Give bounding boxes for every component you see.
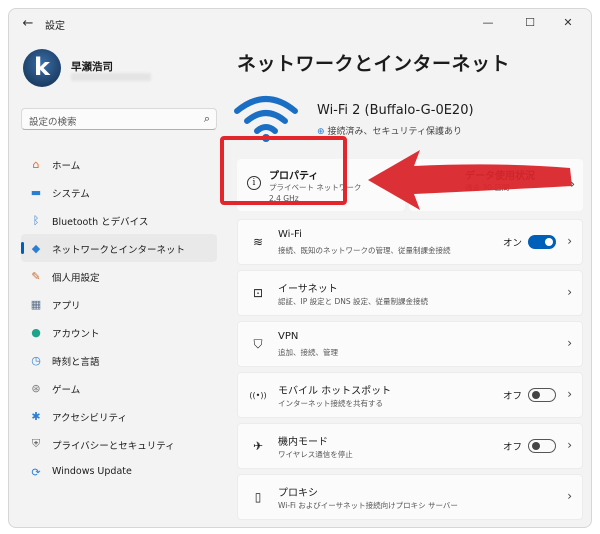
sidebar-item-label: アカウント: [52, 329, 100, 340]
sidebar-item[interactable]: ⊛ ゲーム: [21, 374, 217, 402]
proxy-icon: ▯: [254, 490, 262, 504]
row-title: 機内モード: [278, 437, 328, 448]
ethernet-icon: ⊡: [252, 286, 264, 300]
search-icon[interactable]: ⌕: [204, 112, 210, 126]
airplane-icon: ✈: [252, 439, 264, 453]
sidebar-item[interactable]: ✱ アクセシビリティ: [21, 402, 217, 430]
settings-row[interactable]: ((•)) モバイル ホットスポット インターネット接続を共有する オフ ›: [237, 372, 583, 418]
update-icon: ⟳: [31, 465, 41, 479]
sidebar-item-label: プライバシーとセキュリティ: [52, 441, 175, 452]
back-arrow-icon[interactable]: ←: [17, 15, 39, 33]
chevron-right-icon: ›: [567, 489, 572, 503]
chevron-right-icon: ›: [567, 387, 572, 401]
sidebar-item-label: アプリ: [52, 301, 81, 312]
settings-window: ← 設定 — ☐ ✕ k 早瀬浩司 設定の検索 ⌕ ⌂ ホーム ▬ システム ᛒ Blue…: [8, 8, 592, 528]
system-icon: ▬: [30, 185, 42, 199]
sidebar-item-label: 時刻と言語: [52, 357, 100, 368]
settings-row[interactable]: ✈ 機内モードワイヤレス通信を停止 オフ ›: [237, 423, 583, 469]
toggle-state-label: オン: [502, 238, 522, 249]
sidebar-item[interactable]: ✎ 個人用設定: [21, 262, 217, 290]
highlight-box: [220, 136, 347, 205]
chevron-right-icon: ›: [567, 336, 572, 350]
gamepad-icon: ⊛: [31, 381, 41, 395]
maximize-button[interactable]: ☐: [513, 13, 547, 33]
page-title: ネットワークとインターネット: [237, 53, 511, 75]
search-placeholder: 設定の検索: [29, 117, 77, 128]
row-subtitle: 認証、IP 設定と DNS 設定、従量制課金接続: [278, 297, 429, 306]
selection-indicator: [21, 242, 24, 254]
sidebar-item-label: ネットワークとインターネット: [52, 245, 186, 256]
row-title: イーサネット: [278, 284, 338, 295]
chevron-right-icon: ›: [567, 234, 572, 248]
title-bar: ← 設定 — ☐ ✕: [9, 9, 591, 39]
connection-name: Wi-Fi 2 (Buffalo-G-0E20): [317, 103, 474, 118]
account-icon: ●: [31, 325, 41, 339]
minimize-button[interactable]: —: [471, 13, 505, 33]
row-subtitle: インターネット接続を共有する: [278, 399, 383, 408]
sidebar-item[interactable]: ᛒ Bluetooth とデバイス: [21, 206, 217, 234]
search-input[interactable]: 設定の検索 ⌕: [21, 108, 217, 130]
toggle-switch[interactable]: [528, 439, 556, 453]
sidebar-item-label: Bluetooth とデバイス: [52, 217, 149, 228]
sidebar-nav: ⌂ ホーム ▬ システム ᛒ Bluetooth とデバイス ◆ ネットワークとインターネット…: [21, 150, 217, 486]
wifi-icon: ≋: [252, 235, 264, 249]
accessibility-icon: ✱: [31, 409, 41, 423]
sidebar-item[interactable]: ▦ アプリ: [21, 290, 217, 318]
row-subtitle: ワイヤレス通信を停止: [278, 450, 353, 459]
apps-icon: ▦: [30, 297, 42, 311]
row-title: モバイル ホットスポット: [278, 386, 392, 397]
data-usage-sub: 過去 30 日間: [465, 183, 510, 192]
row-title: プロキシ: [278, 488, 318, 499]
chevron-right-icon: ›: [570, 177, 575, 191]
bluetooth-icon: ᛒ: [32, 213, 40, 227]
data-usage-title: データ使用状況: [465, 171, 535, 182]
sidebar-item[interactable]: ▬ システム: [21, 178, 217, 206]
row-subtitle: 接続、既知のネットワークの管理、従量制課金接続: [278, 246, 451, 255]
toggle-state-label: オフ: [502, 391, 522, 402]
data-usage-card[interactable]: データ使用状況 過去 30 日間 ›: [409, 159, 583, 211]
settings-row[interactable]: ⊡ イーサネット認証、IP 設定と DNS 設定、従量制課金接続 ›: [237, 270, 583, 316]
toggle-switch[interactable]: [528, 235, 556, 249]
sidebar-item[interactable]: ◷ 時刻と言語: [21, 346, 217, 374]
sidebar-item[interactable]: ⛨ プライバシーとセキュリティ: [21, 430, 217, 458]
sidebar-item[interactable]: ● アカウント: [21, 318, 217, 346]
row-title: Wi-Fi: [278, 229, 302, 240]
sidebar-item[interactable]: ◆ ネットワークとインターネット: [21, 234, 217, 262]
chevron-right-icon: ›: [567, 285, 572, 299]
chevron-right-icon: ›: [567, 438, 572, 452]
row-subtitle: Wi-Fi およびイーサネット接続向けプロキシ サーバー: [278, 501, 458, 510]
row-subtitle: 追加、接続、管理: [278, 348, 338, 357]
close-button[interactable]: ✕: [551, 13, 585, 33]
network-icon: ◆: [31, 241, 41, 255]
clock-globe-icon: ◷: [31, 353, 41, 367]
sidebar-item-label: アクセシビリティ: [52, 413, 127, 424]
brush-icon: ✎: [31, 269, 41, 283]
settings-row[interactable]: ▯ プロキシ Wi-Fi およびイーサネット接続向けプロキシ サーバー ›: [237, 474, 583, 520]
avatar-logo-icon: k: [34, 53, 50, 81]
settings-row[interactable]: ≋ Wi-Fi 接続、既知のネットワークの管理、従量制課金接続 オン ›: [237, 219, 583, 265]
vpn-shield-icon: ⛉: [253, 336, 263, 351]
profile-email-blurred: [71, 73, 151, 81]
settings-row[interactable]: ⛉ VPN 追加、接続、管理 ›: [237, 321, 583, 367]
sidebar-item-label: ゲーム: [52, 385, 81, 396]
connection-status-text: 接続済み、セキュリティ保護あり: [327, 127, 463, 137]
row-title: VPN: [278, 331, 299, 342]
home-icon: ⌂: [32, 157, 40, 171]
sidebar-item-label: システム: [52, 189, 90, 200]
toggle-switch[interactable]: [528, 388, 556, 402]
profile-name: 早瀬浩司: [71, 61, 113, 73]
shield-icon: ⛨: [31, 437, 41, 450]
sidebar-item[interactable]: ⟳ Windows Update: [21, 458, 217, 486]
toggle-state-label: オフ: [502, 442, 522, 453]
sidebar-item-label: Windows Update: [52, 466, 132, 477]
sidebar-item-label: ホーム: [52, 161, 81, 172]
settings-list: ≋ Wi-Fi 接続、既知のネットワークの管理、従量制課金接続 オン › ⊡ イーサネット認…: [237, 219, 583, 525]
sidebar-item[interactable]: ⌂ ホーム: [21, 150, 217, 178]
app-title: 設定: [45, 21, 65, 32]
avatar[interactable]: k: [23, 49, 61, 87]
hotspot-icon: ((•)): [249, 390, 267, 400]
sidebar-item-label: 個人用設定: [52, 273, 100, 284]
